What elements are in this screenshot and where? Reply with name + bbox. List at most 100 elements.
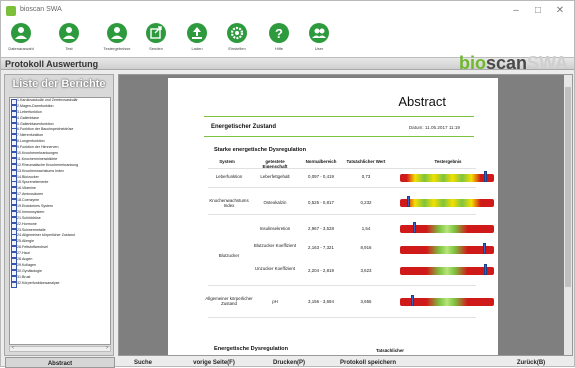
normal-range-cell: 2,967 - 3,528: [308, 226, 334, 231]
report-list-item[interactable]: 32.Körperfunktionsanalyse: [10, 281, 110, 288]
result-gauge: [400, 222, 494, 233]
scroll-thumb[interactable]: [565, 87, 571, 287]
upload-icon: [187, 23, 207, 43]
brand-part-swa: SWA: [526, 53, 568, 73]
toolbar: Datenauswahl Test Testergebnisse Senden …: [1, 21, 574, 57]
property-cell: Leberfettgehalt: [260, 174, 290, 179]
column-header-system: System: [219, 159, 235, 164]
row-divider: [208, 214, 476, 215]
toolbar-label: Test: [65, 46, 73, 51]
actual-value-cell: 3,623: [360, 268, 372, 273]
previous-page-button[interactable]: vorige Seite(F): [179, 357, 249, 368]
toolbar-label: Laden: [191, 46, 203, 51]
gauge-marker: [411, 295, 415, 306]
row-divider: [208, 317, 476, 318]
toolbar-label: Einstellen: [228, 46, 246, 51]
export-icon: [146, 23, 166, 43]
column-header-actual: Tatsächlicher Wert: [346, 159, 386, 164]
app-icon: [6, 6, 16, 16]
system-cell: Allgemeiner körperlicher Zustand: [205, 296, 253, 306]
testergebnisse-button[interactable]: Testergebnisse: [101, 23, 133, 57]
page-title: Protokoll Auswertung: [5, 59, 99, 69]
brand-part-scan: scan: [485, 53, 527, 73]
horizontal-scrollbar[interactable]: ‹ ›: [9, 345, 111, 352]
result-gauge: [400, 171, 494, 182]
normal-range-cell: 0,097 - 0,419: [308, 174, 334, 179]
row-divider: [208, 168, 476, 169]
minimize-button[interactable]: –: [506, 4, 526, 18]
einstellen-button[interactable]: Einstellen: [221, 23, 253, 57]
property-cell: Osteokalzin: [263, 200, 287, 205]
hilfe-button[interactable]: ? Hilfe: [263, 23, 295, 57]
report-page: Abstract Energetischer Zustand Datum: 11…: [168, 78, 498, 355]
normal-range-cell: 3,156 - 3,694: [308, 299, 334, 304]
system-cell: Leberfunktion: [215, 174, 243, 179]
divider: [204, 136, 474, 137]
senden-button[interactable]: Senden: [140, 23, 172, 57]
property-cell: Blutzucker Koeffizient: [253, 243, 297, 248]
actual-value-cell: 3,655: [360, 299, 372, 304]
toolbar-label: Testergebnisse: [103, 46, 131, 51]
gauge-marker: [483, 264, 487, 275]
actual-value-cell: 0,232: [360, 200, 372, 205]
save-protocol-button[interactable]: Protokoll speichern: [325, 357, 411, 368]
document-viewer: Abstract Energetischer Zustand Datum: 11…: [118, 74, 573, 356]
column-header-actual-2: Tatsächlicher: [376, 348, 404, 353]
close-button[interactable]: ✕: [550, 4, 570, 18]
user-button[interactable]: User: [303, 23, 335, 57]
property-cell: pH: [272, 299, 278, 304]
help-icon: ?: [269, 23, 289, 43]
actual-value-cell: 1,54: [361, 226, 371, 231]
report-sidebar: Liste der Berichte 1.Kardiovaskulär und …: [4, 74, 114, 356]
users-icon: [309, 23, 329, 43]
back-button[interactable]: Zurück(B): [501, 357, 561, 368]
gauge-marker: [413, 222, 417, 233]
section-title: Energetischer Zustand: [211, 124, 277, 130]
row-divider: [208, 187, 476, 188]
user-test-icon: [59, 23, 79, 43]
toolbar-label: Hilfe: [274, 46, 283, 51]
bottom-toolbar: Abstract Suche vorige Seite(F) Drucken(P…: [1, 357, 574, 368]
toolbar-label: Datenauswahl: [8, 46, 34, 51]
sidebar-title: Liste der Berichte: [12, 78, 106, 90]
actual-value-cell: 0,73: [361, 174, 371, 179]
report-title: Abstract: [398, 94, 446, 109]
laden-button[interactable]: Laden: [181, 23, 213, 57]
maximize-button[interactable]: □: [528, 4, 548, 18]
user-icon: [11, 23, 31, 43]
divider: [204, 116, 474, 117]
normal-range-cell: 2,204 - 2,819: [308, 268, 334, 273]
scroll-left-icon[interactable]: ‹: [12, 345, 14, 351]
result-gauge: [400, 295, 494, 306]
system-cell: Blutzucker: [218, 253, 240, 258]
scroll-right-icon[interactable]: ›: [106, 345, 108, 351]
result-gauge: [400, 196, 494, 207]
system-cell: Knochenwachstums Index: [209, 198, 249, 208]
test-button[interactable]: Test: [53, 23, 85, 57]
report-list: 1.Kardiovaskulär und Zerebrovaskulär 2.Ma…: [9, 97, 111, 345]
gauge-marker: [484, 171, 488, 182]
property-cell: Unzucker Koeffizient: [254, 266, 296, 271]
gauge-marker: [407, 196, 411, 207]
print-button[interactable]: Drucken(P): [259, 357, 319, 368]
property-cell: Insulinsekretion: [259, 226, 291, 231]
title-bar: bioscan SWA – □ ✕: [1, 1, 574, 21]
column-header-result: Testergebnis: [434, 159, 462, 164]
application-window: bioscan SWA – □ ✕ Datenauswahl Test Test…: [0, 0, 575, 368]
normal-range-cell: 2,163 - 7,321: [308, 245, 334, 250]
report-date: Datum: 11.05.2017 11:19: [408, 125, 460, 130]
row-divider: [208, 285, 476, 286]
gear-icon: [227, 23, 247, 43]
toolbar-label: Senden: [149, 46, 163, 51]
dysregulation-heading-2: Energetische Dysregulation: [214, 346, 288, 352]
datenauswahl-button[interactable]: Datenauswahl: [5, 23, 37, 57]
suche-button[interactable]: Suche: [119, 357, 167, 368]
abstract-button[interactable]: Abstract: [5, 357, 115, 368]
svg-text:?: ?: [275, 26, 283, 41]
vertical-scrollbar[interactable]: [564, 75, 572, 355]
user-results-icon: [107, 23, 127, 43]
result-gauge: [400, 264, 494, 275]
gauge-marker: [482, 243, 486, 254]
result-gauge: [400, 243, 494, 254]
brand-logo: bioscanSWA: [459, 53, 568, 74]
